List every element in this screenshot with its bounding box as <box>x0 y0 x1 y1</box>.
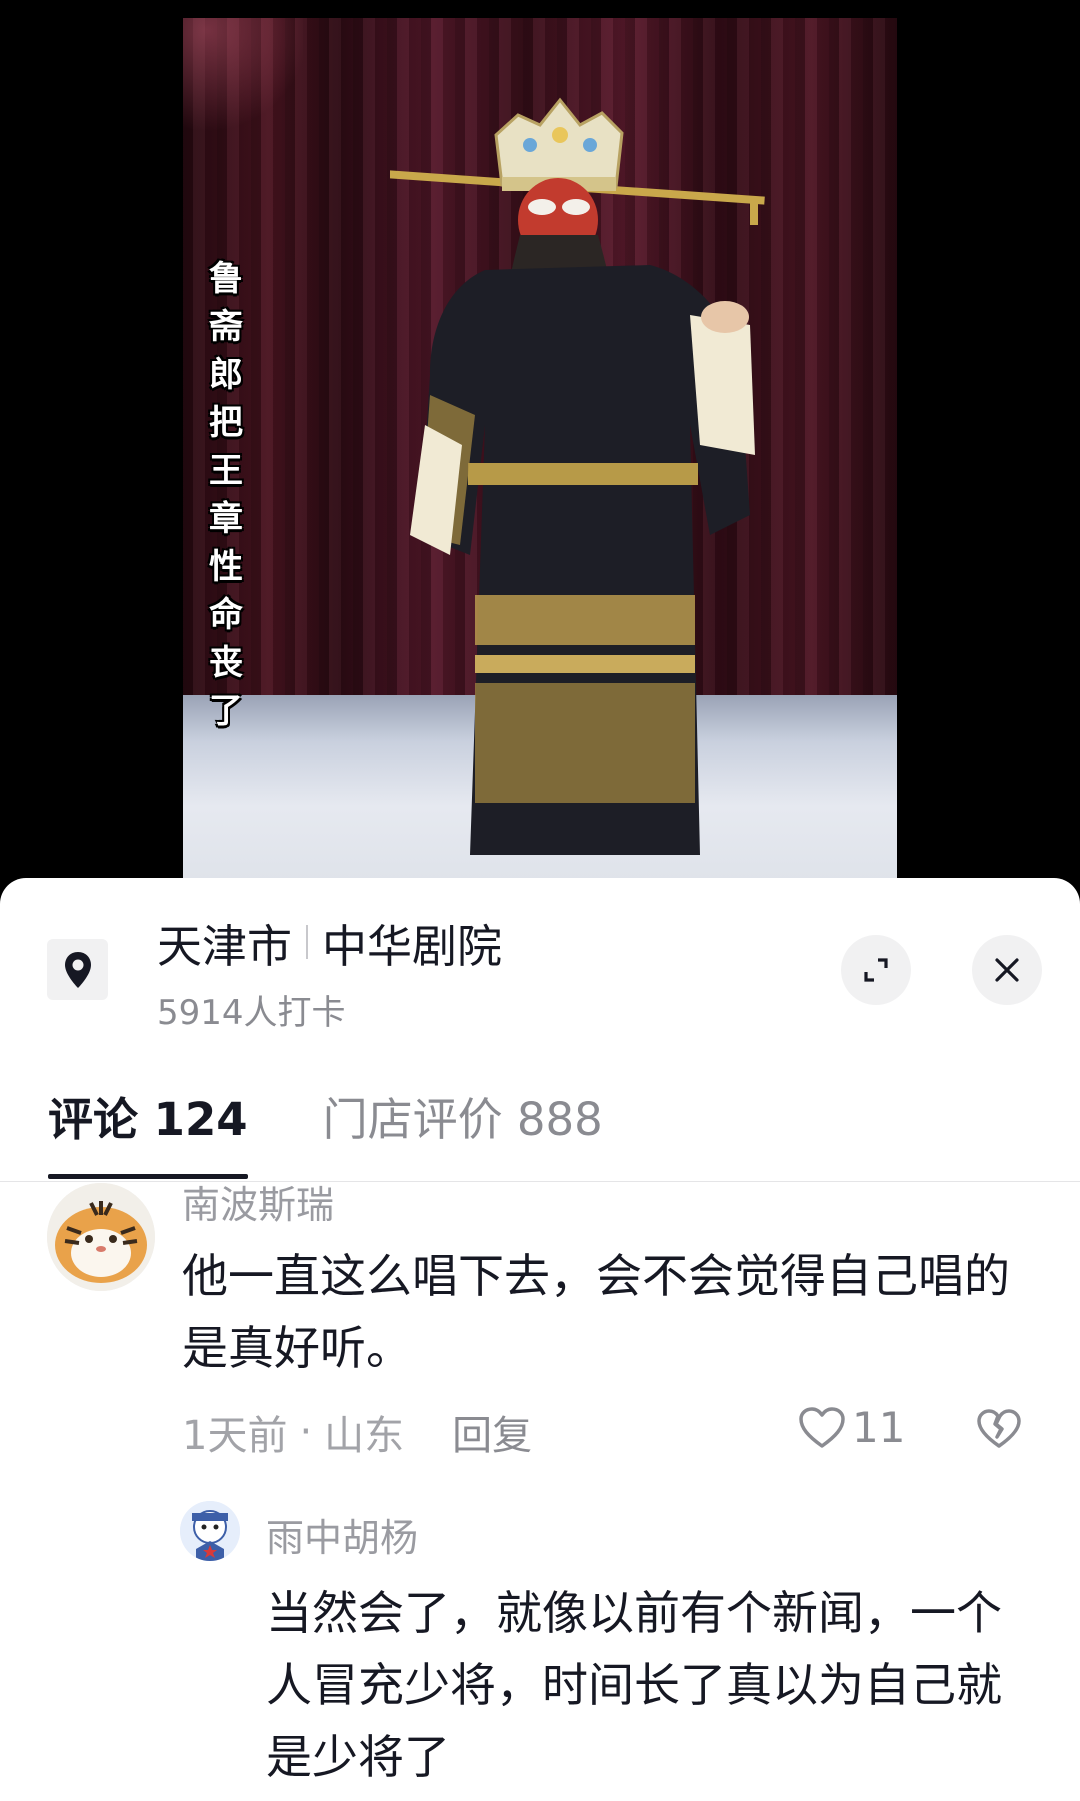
checkin-count: 5914人打卡 <box>157 993 346 1033</box>
caption-char: 郎 <box>209 355 243 395</box>
video-caption: 鲁 斋 郎 把 王 章 性 命 丧 了 <box>200 255 252 735</box>
heart-icon <box>799 1406 845 1448</box>
opera-performer <box>390 97 765 855</box>
close-button[interactable] <box>972 935 1042 1005</box>
caption-char: 鲁 <box>209 259 243 299</box>
caption-char: 命 <box>209 595 243 635</box>
reply-button[interactable]: 回复 <box>452 1403 532 1461</box>
location-city: 天津市 <box>157 919 293 973</box>
expand-button[interactable] <box>841 935 911 1005</box>
reply-text: 当然会了，就像以前有个新闻，一个人冒充少将，时间长了真以为自己就是少将了 <box>266 1586 1002 1784</box>
video-player[interactable]: 鲁 斋 郎 把 王 章 性 命 丧 了 <box>0 0 1080 900</box>
comment-meta: 1天前 · 山东 回复 <box>182 1403 532 1461</box>
tab-store-reviews[interactable]: 门店评价 888 <box>323 1090 603 1150</box>
reply-username[interactable]: 雨中胡杨 <box>266 1507 418 1562</box>
stage-light <box>183 18 303 138</box>
comment-text: 他一直这么唱下去，会不会觉得自己唱的是真好听。 <box>182 1249 1010 1375</box>
avatar[interactable] <box>180 1501 240 1561</box>
dislike-button[interactable] <box>976 1408 1022 1454</box>
caption-char: 了 <box>209 691 243 731</box>
tab-bar: 评论 124 门店评价 888 <box>48 1090 603 1182</box>
caption-char: 斋 <box>209 307 243 347</box>
location-venue: 中华剧院 <box>322 919 503 973</box>
meta-separator: · <box>299 1409 313 1455</box>
avatar[interactable] <box>47 1183 155 1291</box>
like-count: 11 <box>852 1403 906 1452</box>
like-button[interactable]: 11 <box>798 1403 905 1452</box>
caption-char: 性 <box>209 547 243 587</box>
caption-char: 王 <box>209 451 243 491</box>
location-title[interactable]: 天津市 中华剧院 <box>157 912 503 973</box>
comment-time: 1天前 <box>182 1413 288 1459</box>
tab-comments[interactable]: 评论 124 <box>48 1090 248 1179</box>
comment-username[interactable]: 南波斯瑞 <box>182 1174 334 1229</box>
tab-divider <box>0 1181 1080 1182</box>
expand-icon <box>864 958 888 982</box>
caption-char: 章 <box>209 499 243 539</box>
comment-region: 山东 <box>324 1413 405 1459</box>
caption-char: 把 <box>209 403 243 443</box>
location-pin-icon <box>47 939 108 1000</box>
caption-char: 丧 <box>209 643 243 683</box>
broken-heart-icon <box>977 1409 1021 1448</box>
title-separator <box>306 925 309 959</box>
close-icon <box>995 958 1019 982</box>
